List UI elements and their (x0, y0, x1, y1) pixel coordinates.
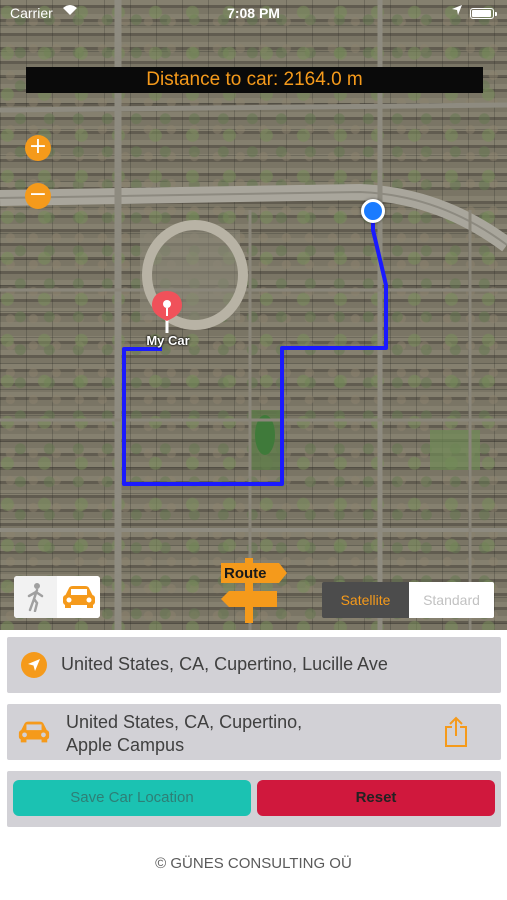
map-type-selector: Satellite Standard (322, 582, 494, 618)
route-button[interactable]: Route (219, 553, 289, 623)
distance-banner: Distance to car: 2164.0 m (26, 67, 483, 93)
current-location-field[interactable]: United States, CA, Cupertino, Lucille Av… (7, 637, 501, 693)
action-buttons-row: Save Car Location Reset (7, 771, 501, 827)
park-area (430, 430, 480, 470)
car-pin-label: My Car (146, 333, 190, 348)
save-car-location-button[interactable]: Save Car Location (13, 780, 251, 816)
status-bar: Carrier 7:08 PM (0, 0, 507, 26)
status-time: 7:08 PM (227, 5, 280, 21)
share-icon[interactable] (443, 716, 469, 748)
copyright-footer: © GÜNES CONSULTING OÜ (155, 855, 352, 872)
car-location-line2: Apple Campus (66, 735, 185, 755)
car-icon (17, 719, 51, 745)
car-location-field[interactable]: United States, CA, Cupertino, Apple Camp… (7, 704, 501, 760)
signpost-icon (221, 558, 287, 623)
battery-icon (470, 8, 497, 19)
route-sign-label: Route (224, 565, 267, 582)
current-location-text: United States, CA, Cupertino, Lucille Av… (61, 654, 388, 674)
satellite-option[interactable]: Satellite (322, 582, 409, 618)
reset-button[interactable]: Reset (257, 780, 495, 816)
highway (0, 183, 507, 252)
map-view[interactable]: Carrier 7:08 PM Distance to car: 2164.0 … (0, 0, 507, 630)
car-pin-icon[interactable] (151, 290, 183, 334)
walk-mode-button[interactable] (14, 576, 57, 618)
car-location-line1: United States, CA, Cupertino, (66, 712, 303, 732)
location-arrow-icon (21, 652, 47, 678)
car-mode-button[interactable] (57, 576, 100, 618)
car-location-text: United States, CA, Cupertino, Apple Camp… (66, 711, 302, 757)
zoom-in-button[interactable]: + (25, 135, 51, 161)
map-overlay (0, 0, 507, 630)
major-road (0, 102, 507, 113)
standard-option[interactable]: Standard (409, 582, 494, 618)
transport-mode-selector (14, 576, 100, 618)
zoom-out-button[interactable]: − (25, 183, 51, 209)
user-location-dot (361, 199, 385, 223)
